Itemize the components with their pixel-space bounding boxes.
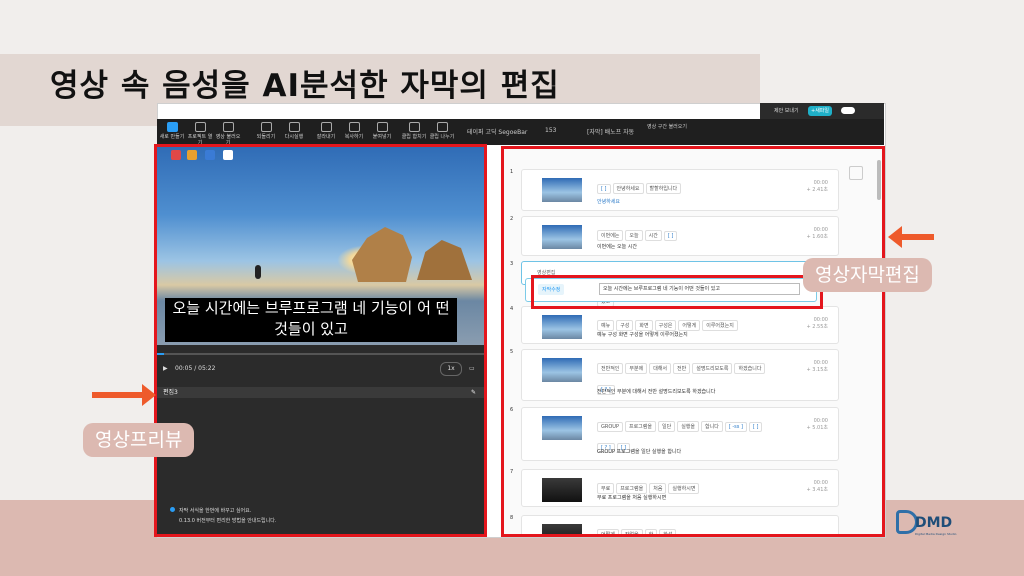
logo-text: DMD [915, 515, 953, 531]
split-icon [436, 122, 448, 132]
merge-icon [408, 122, 420, 132]
paste-icon [376, 122, 388, 132]
top-bar: 제안 보내기 +새파일 [760, 103, 884, 119]
folder-icon [194, 122, 206, 132]
new-tool[interactable]: 새로 만들기 [159, 122, 185, 140]
undo-icon [260, 122, 272, 132]
share-button[interactable]: 제안 보내기 [774, 106, 799, 116]
arrow-left-icon [888, 226, 934, 248]
font-select[interactable]: 테이퍼 고딕 SegoeBar [467, 127, 527, 136]
subtitle-highlight [501, 146, 885, 537]
edit-highlight [531, 275, 823, 309]
redo-tool[interactable]: 다시실행 [281, 122, 307, 140]
subtitle-style-select[interactable]: [자막] 배노프 자동 [587, 127, 634, 136]
preview-highlight [154, 144, 487, 537]
new-icon [166, 122, 178, 132]
theme-toggle[interactable] [841, 107, 855, 114]
split-clip-tool[interactable]: 클립 나누기 [429, 122, 455, 140]
copy-icon [348, 122, 360, 132]
new-file-button[interactable]: +새파일 [808, 106, 832, 116]
copy-tool[interactable]: 복사하기 [341, 122, 367, 140]
toolbar: 새로 만들기 프로젝트 열기 영상 불러오기 되돌리기 다시실행 잘라내기 복사… [157, 119, 884, 146]
merge-clip-tool[interactable]: 클립 합치기 [401, 122, 427, 140]
logo-subtext: Digital Media Design Studio [915, 532, 957, 536]
undo-tool[interactable]: 되돌리기 [253, 122, 279, 140]
open-tool[interactable]: 프로젝트 열기 [187, 122, 213, 146]
subtitle-edit-callout: 영상자막편집 [803, 258, 932, 292]
cut-icon [320, 122, 332, 132]
import-video-tool[interactable]: 영상 불러오기 [215, 122, 241, 146]
load-range-button[interactable]: 영상 구간 불러오기 [647, 123, 687, 130]
redo-icon [288, 122, 300, 132]
video-icon [222, 122, 234, 132]
cut-tool[interactable]: 잘라내기 [313, 122, 339, 140]
arrow-right-icon [92, 384, 156, 406]
slide-title: 영상 속 음성을 AI분석한 자막의 편집 [50, 68, 560, 104]
paste-tool[interactable]: 붙여넣기 [369, 122, 395, 140]
dmd-logo: DMD Digital Media Design Studio [896, 510, 966, 540]
preview-callout: 영상프리뷰 [83, 423, 195, 457]
font-size-select[interactable]: 153 [545, 127, 556, 134]
